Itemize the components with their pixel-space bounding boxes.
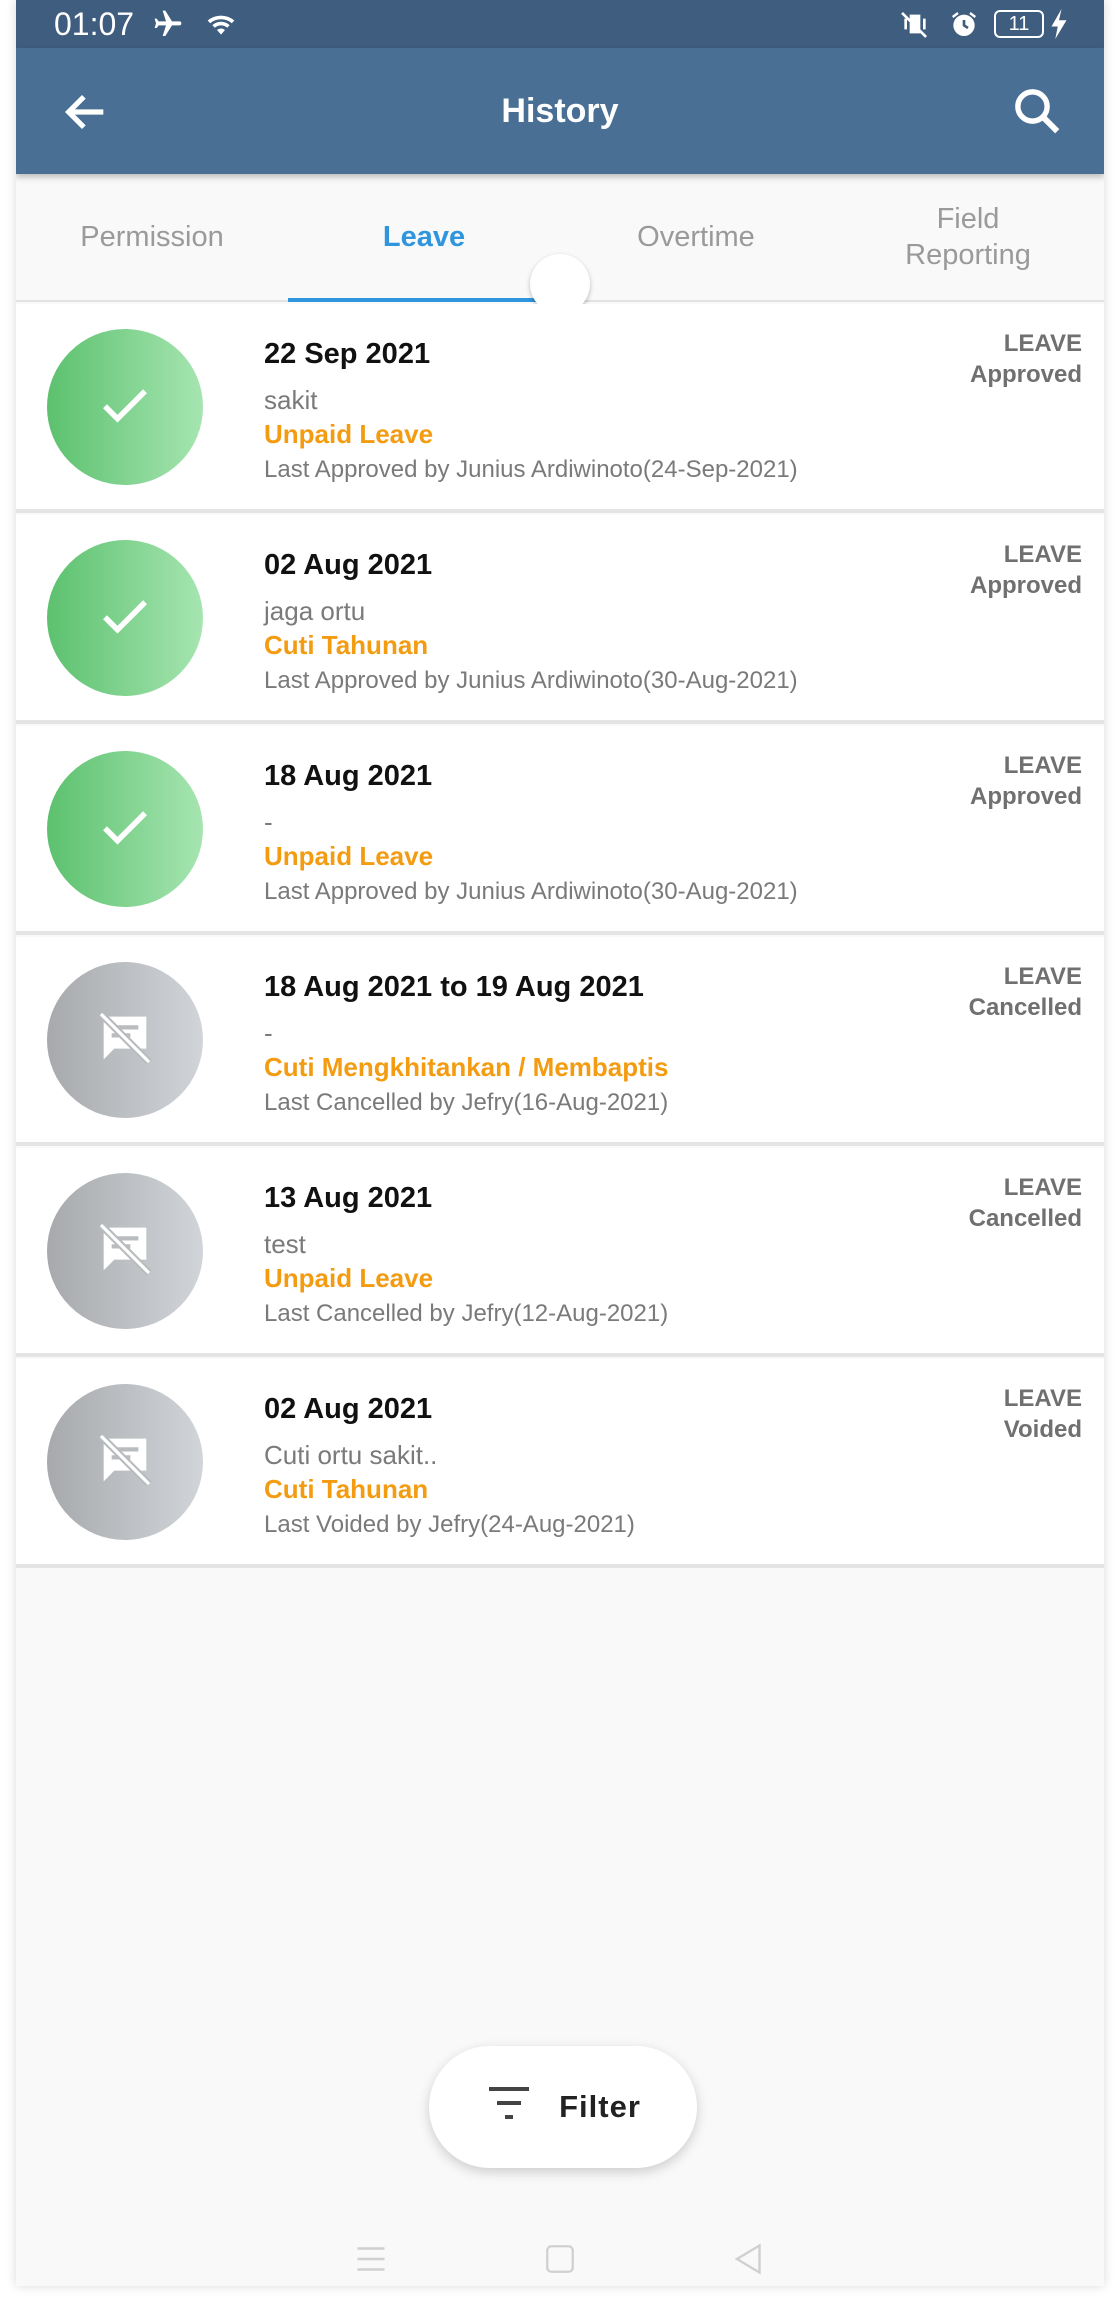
system-nav-bar [16,2236,1104,2286]
list-item[interactable]: 22 Sep 2021 sakit Unpaid Leave Last Appr… [16,304,1104,513]
item-last-action: Last Cancelled by Jefry(12-Aug-2021) [264,1300,669,1327]
comment-off-icon [93,1217,157,1286]
charging-icon [1050,9,1068,39]
item-details: 13 Aug 2021 test Unpaid Leave Last Cance… [264,1182,924,1328]
app-bar: History [16,48,1104,174]
comment-off-icon [93,1006,157,1075]
phone-screen: 01:07 11 History Permission Leave Overti… [16,0,1104,2286]
alarm-icon [948,8,980,40]
status-badge: Cancelled [968,1205,1082,1233]
menu-nav-icon[interactable] [353,2244,389,2279]
item-last-action: Last Approved by Junius Ardiwinoto(30-Au… [264,878,798,905]
wifi-icon [202,8,240,40]
tab-label: Field Reporting [905,202,1031,271]
list-item[interactable]: 02 Aug 2021 Cuti ortu sakit.. Cuti Tahun… [16,1359,1104,1568]
item-leave-type: Cuti Mengkhitankan / Membaptis [264,1052,669,1082]
item-status: LEAVE Cancelled [969,1172,1082,1234]
item-category: LEAVE [1003,330,1082,357]
status-left: 01:07 [54,6,240,43]
approved-avatar [47,329,203,485]
status-bar: 01:07 11 [16,0,1104,48]
item-details: 02 Aug 2021 Cuti ortu sakit.. Cuti Tahun… [264,1393,924,1539]
item-status: LEAVE Approved [970,539,1082,601]
item-reason: sakit [264,385,318,415]
approved-avatar [47,540,203,696]
item-last-action: Last Voided by Jefry(24-Aug-2021) [264,1511,635,1538]
page-title: History [501,91,619,130]
item-category: LEAVE [1003,1385,1082,1412]
filter-label: Filter [559,2089,641,2124]
item-leave-type: Cuti Tahunan [264,630,429,660]
status-badge: Approved [969,361,1082,389]
check-icon [95,375,155,440]
status-badge: Voided [1003,1416,1082,1444]
search-icon[interactable] [1010,84,1064,138]
airplane-icon [148,8,188,40]
vibrate-off-icon [896,8,934,40]
check-icon [95,586,155,651]
battery-indicator: 11 [994,9,1068,39]
back-arrow-icon[interactable] [60,86,112,138]
tab-field-reporting[interactable]: Field Reporting [832,174,1104,300]
status-time: 01:07 [54,5,135,42]
cancelled-avatar [47,962,203,1118]
item-date: 02 Aug 2021 [264,549,433,581]
item-reason: jaga ortu [264,596,366,626]
item-date: 22 Sep 2021 [264,338,431,370]
tab-label: Overtime [637,220,755,253]
item-status: LEAVE Approved [970,750,1082,812]
home-nav-icon[interactable] [543,2242,577,2281]
item-details: 18 Aug 2021 - Unpaid Leave Last Approved… [264,760,924,906]
list-item[interactable]: 18 Aug 2021 - Unpaid Leave Last Approved… [16,726,1104,935]
item-date: 18 Aug 2021 [264,760,433,792]
item-details: 02 Aug 2021 jaga ortu Cuti Tahunan Last … [264,549,924,695]
item-category: LEAVE [1003,1174,1082,1201]
filter-button[interactable]: Filter [429,2046,697,2168]
item-last-action: Last Approved by Junius Ardiwinoto(24-Se… [264,456,798,483]
item-details: 18 Aug 2021 to 19 Aug 2021 - Cuti Mengkh… [264,971,924,1117]
item-category: LEAVE [1003,541,1082,568]
list-item[interactable]: 13 Aug 2021 test Unpaid Leave Last Cance… [16,1148,1104,1357]
item-date: 18 Aug 2021 to 19 Aug 2021 [264,971,644,1003]
item-leave-type: Unpaid Leave [264,841,434,871]
item-leave-type: Cuti Tahunan [264,1474,429,1504]
cancelled-avatar [47,1173,203,1329]
item-details: 22 Sep 2021 sakit Unpaid Leave Last Appr… [264,338,924,484]
comment-off-icon [93,1428,157,1497]
list-item[interactable]: 18 Aug 2021 to 19 Aug 2021 - Cuti Mengkh… [16,937,1104,1146]
status-badge: Approved [969,572,1082,600]
status-badge: Cancelled [968,994,1082,1022]
check-icon [95,797,155,862]
item-category: LEAVE [1003,752,1082,779]
status-right: 11 [896,8,1068,40]
item-date: 02 Aug 2021 [264,1393,433,1425]
item-status: LEAVE Voided [1004,1383,1082,1445]
item-last-action: Last Approved by Junius Ardiwinoto(30-Au… [264,667,798,694]
item-reason: - [264,807,273,837]
item-reason: Cuti ortu sakit.. [264,1440,438,1470]
item-date: 13 Aug 2021 [264,1182,433,1214]
filter-icon [485,2083,533,2131]
battery-level: 11 [994,10,1044,38]
tab-label: Leave [382,220,466,253]
item-leave-type: Unpaid Leave [264,419,434,449]
back-nav-icon[interactable] [731,2241,767,2282]
tab-permission[interactable]: Permission [16,174,288,300]
item-category: LEAVE [1003,963,1082,990]
item-reason: test [264,1229,306,1259]
item-status: LEAVE Cancelled [969,961,1082,1023]
item-leave-type: Unpaid Leave [264,1263,434,1293]
tab-overtime[interactable]: Overtime [560,174,832,300]
list-item[interactable]: 02 Aug 2021 jaga ortu Cuti Tahunan Last … [16,515,1104,724]
tab-label: Permission [80,220,224,253]
item-last-action: Last Cancelled by Jefry(16-Aug-2021) [264,1089,669,1116]
voided-avatar [47,1384,203,1540]
status-badge: Approved [969,783,1082,811]
tab-leave[interactable]: Leave [288,174,560,302]
leave-history-list: 22 Sep 2021 sakit Unpaid Leave Last Appr… [16,304,1104,1570]
item-status: LEAVE Approved [970,328,1082,390]
item-reason: - [264,1018,273,1048]
approved-avatar [47,751,203,907]
